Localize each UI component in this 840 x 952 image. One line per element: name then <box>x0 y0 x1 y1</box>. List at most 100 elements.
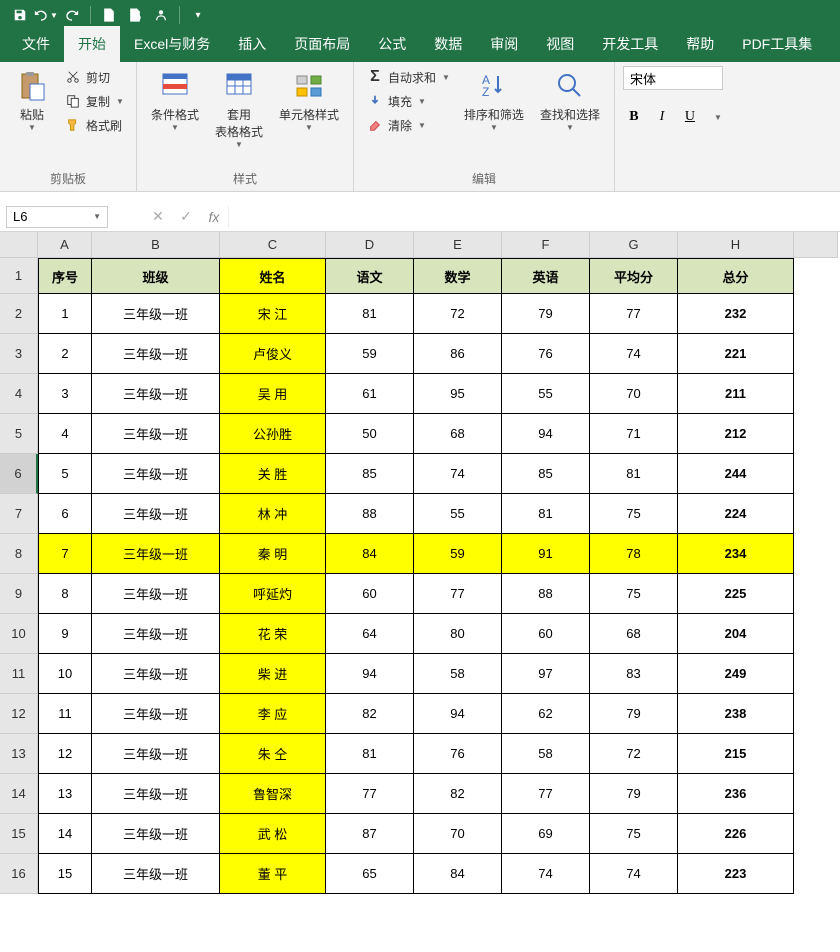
cell[interactable]: 14 <box>38 814 92 854</box>
cell[interactable]: 75 <box>590 574 678 614</box>
ribbon-tab-3[interactable]: 插入 <box>224 26 280 62</box>
cell[interactable]: 三年级一班 <box>92 414 220 454</box>
save-button[interactable] <box>8 3 32 27</box>
find-select-button[interactable]: 查找和选择▼ <box>534 66 606 134</box>
row-header-13[interactable]: 13 <box>0 734 38 774</box>
cancel-formula-button[interactable]: ✕ <box>144 203 172 231</box>
cell[interactable]: 215 <box>678 734 794 774</box>
ribbon-tab-9[interactable]: 开发工具 <box>588 26 672 62</box>
cell[interactable]: 88 <box>502 574 590 614</box>
cell[interactable]: 6 <box>38 494 92 534</box>
cell[interactable]: 11 <box>38 694 92 734</box>
cell[interactable]: 55 <box>502 374 590 414</box>
cell[interactable]: 221 <box>678 334 794 374</box>
cell[interactable]: 三年级一班 <box>92 774 220 814</box>
col-header-extra[interactable] <box>794 232 838 258</box>
cell[interactable]: 15 <box>38 854 92 894</box>
header-cell[interactable]: 平均分 <box>590 258 678 294</box>
cell[interactable]: 林 冲 <box>220 494 326 534</box>
cell[interactable]: 9 <box>38 614 92 654</box>
ribbon-tab-0[interactable]: 文件 <box>8 26 64 62</box>
cell[interactable]: 223 <box>678 854 794 894</box>
cell[interactable]: 97 <box>502 654 590 694</box>
col-header-C[interactable]: C <box>220 232 326 258</box>
ribbon-tab-8[interactable]: 视图 <box>532 26 588 62</box>
row-header-7[interactable]: 7 <box>0 494 38 534</box>
cell[interactable]: 10 <box>38 654 92 694</box>
cell[interactable]: 77 <box>502 774 590 814</box>
conditional-format-button[interactable]: 条件格式▼ <box>145 66 205 134</box>
col-header-A[interactable]: A <box>38 232 92 258</box>
clear-button[interactable]: 清除▼ <box>362 114 454 136</box>
cell[interactable]: 卢俊义 <box>220 334 326 374</box>
cell[interactable]: 55 <box>414 494 502 534</box>
cell[interactable]: 211 <box>678 374 794 414</box>
cell[interactable]: 5 <box>38 454 92 494</box>
cell[interactable]: 226 <box>678 814 794 854</box>
cell[interactable]: 李 应 <box>220 694 326 734</box>
cell[interactable]: 64 <box>326 614 414 654</box>
redo-button[interactable] <box>60 3 84 27</box>
customize-qat-button[interactable]: ▾ <box>186 3 210 27</box>
cell[interactable]: 82 <box>414 774 502 814</box>
cell[interactable]: 204 <box>678 614 794 654</box>
cell[interactable]: 秦 明 <box>220 534 326 574</box>
cell[interactable]: 61 <box>326 374 414 414</box>
cell[interactable]: 224 <box>678 494 794 534</box>
name-box[interactable]: L6▼ <box>6 206 108 228</box>
header-cell[interactable]: 总分 <box>678 258 794 294</box>
cell[interactable]: 三年级一班 <box>92 454 220 494</box>
cell[interactable]: 85 <box>326 454 414 494</box>
row-header-11[interactable]: 11 <box>0 654 38 694</box>
cell[interactable]: 87 <box>326 814 414 854</box>
enter-formula-button[interactable]: ✓ <box>172 203 200 231</box>
cell[interactable]: 4 <box>38 414 92 454</box>
cell[interactable]: 宋 江 <box>220 294 326 334</box>
print-preview-button[interactable] <box>123 3 147 27</box>
cell[interactable]: 三年级一班 <box>92 534 220 574</box>
cell[interactable]: 2 <box>38 334 92 374</box>
cell[interactable]: 三年级一班 <box>92 814 220 854</box>
cell[interactable]: 三年级一班 <box>92 734 220 774</box>
cell[interactable]: 74 <box>590 854 678 894</box>
col-header-F[interactable]: F <box>502 232 590 258</box>
cell[interactable]: 50 <box>326 414 414 454</box>
cell[interactable]: 59 <box>326 334 414 374</box>
cell[interactable]: 70 <box>414 814 502 854</box>
header-cell[interactable]: 语文 <box>326 258 414 294</box>
cell[interactable]: 236 <box>678 774 794 814</box>
ribbon-tab-10[interactable]: 帮助 <box>672 26 728 62</box>
cut-button[interactable]: 剪切 <box>60 66 128 88</box>
cell[interactable]: 84 <box>414 854 502 894</box>
cell[interactable]: 58 <box>414 654 502 694</box>
share-button[interactable] <box>149 3 173 27</box>
cell[interactable]: 74 <box>414 454 502 494</box>
col-header-H[interactable]: H <box>678 232 794 258</box>
cell[interactable]: 3 <box>38 374 92 414</box>
select-all-corner[interactable] <box>0 232 38 258</box>
cell[interactable]: 75 <box>590 814 678 854</box>
ribbon-tab-6[interactable]: 数据 <box>420 26 476 62</box>
cell[interactable]: 柴 进 <box>220 654 326 694</box>
cell[interactable]: 13 <box>38 774 92 814</box>
row-header-3[interactable]: 3 <box>0 334 38 374</box>
cell[interactable]: 225 <box>678 574 794 614</box>
cell-style-button[interactable]: 单元格样式▼ <box>273 66 345 134</box>
cell[interactable]: 83 <box>590 654 678 694</box>
paste-button[interactable]: 粘贴 ▼ <box>8 66 56 134</box>
format-painter-button[interactable]: 格式刷 <box>60 114 128 136</box>
underline-button[interactable]: U <box>679 106 701 128</box>
cell[interactable]: 86 <box>414 334 502 374</box>
cell[interactable]: 三年级一班 <box>92 494 220 534</box>
cell[interactable]: 公孙胜 <box>220 414 326 454</box>
cell[interactable]: 三年级一班 <box>92 294 220 334</box>
cell[interactable]: 94 <box>502 414 590 454</box>
cell[interactable]: 88 <box>326 494 414 534</box>
cell[interactable]: 77 <box>326 774 414 814</box>
header-cell[interactable]: 班级 <box>92 258 220 294</box>
row-header-5[interactable]: 5 <box>0 414 38 454</box>
cell[interactable]: 三年级一班 <box>92 574 220 614</box>
row-header-2[interactable]: 2 <box>0 294 38 334</box>
cell[interactable]: 85 <box>502 454 590 494</box>
cell[interactable]: 244 <box>678 454 794 494</box>
